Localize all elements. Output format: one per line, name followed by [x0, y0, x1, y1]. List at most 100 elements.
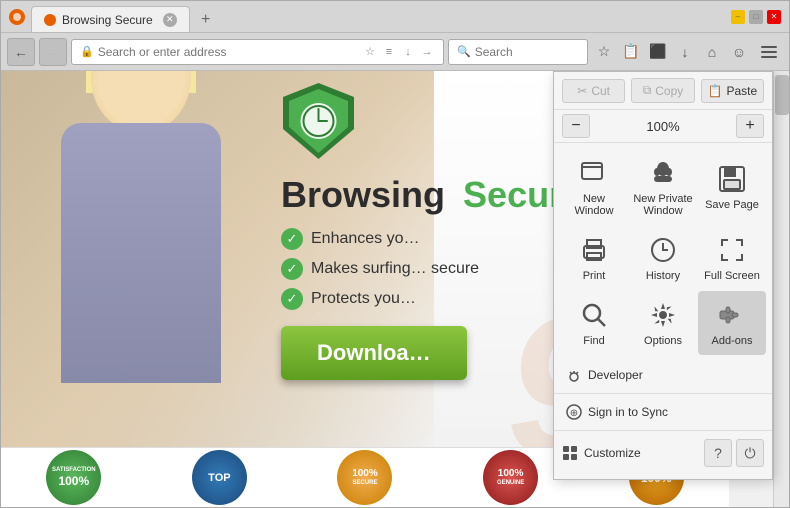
addons-menu-item[interactable]: Add-ons — [698, 291, 766, 355]
active-tab[interactable]: Browsing Secure ✕ — [31, 6, 190, 32]
cut-button[interactable]: ✂ Cut — [562, 79, 625, 103]
menu-line-2 — [761, 51, 777, 53]
customize-label: Customize — [584, 446, 641, 460]
vertical-scrollbar[interactable] — [773, 71, 789, 507]
new-private-icon — [647, 157, 679, 189]
print-menu-item[interactable]: Print — [560, 226, 628, 290]
hamburger-dropdown-menu: ✂ Cut ⧉ Copy 📋 Paste − 100% + — [553, 71, 773, 480]
browser-window: Browsing Secure ✕ + – □ ✕ ← → 🔒 ☆ ≡ ↓ → … — [0, 0, 790, 508]
full-screen-menu-item[interactable]: Full Screen — [698, 226, 766, 290]
zoom-value-display: 100% — [594, 119, 732, 134]
scrollbar-thumb[interactable] — [775, 75, 789, 115]
minimize-button[interactable]: – — [731, 10, 745, 24]
history-icon — [647, 234, 679, 266]
title-bar: Browsing Secure ✕ + – □ ✕ — [1, 1, 789, 33]
history-label: History — [646, 270, 680, 282]
developer-label: Developer — [588, 368, 643, 382]
back-button[interactable]: ← — [7, 38, 35, 66]
full-screen-icon — [716, 234, 748, 266]
zoom-out-button[interactable]: − — [562, 114, 590, 138]
person-torso — [61, 123, 221, 383]
menu-bottom-row: Customize ? ⏻ — [554, 435, 772, 471]
bookmark-star-icon[interactable]: ☆ — [592, 40, 616, 64]
new-private-label: New Private Window — [633, 193, 693, 217]
home-icon[interactable]: ⌂ — [700, 40, 724, 64]
browser-logo — [9, 9, 25, 25]
paste-label: Paste — [726, 84, 757, 98]
menu-line-3 — [761, 56, 777, 58]
forward-button[interactable]: → — [39, 38, 67, 66]
tab-area: Browsing Secure ✕ + — [31, 1, 731, 32]
download2-icon[interactable]: ↓ — [673, 40, 697, 64]
sign-in-label: Sign in to Sync — [588, 405, 668, 419]
check-icon-2: ✓ — [281, 258, 303, 280]
new-window-icon — [578, 157, 610, 189]
download-icon[interactable]: ↓ — [400, 44, 416, 60]
cut-icon: ✂ — [577, 84, 587, 98]
search-bar[interactable]: 🔍 — [448, 39, 588, 65]
face-icon[interactable]: ☺ — [727, 40, 751, 64]
badge-3: 100% SECURE — [337, 450, 392, 505]
new-tab-button[interactable]: + — [194, 8, 218, 32]
menu-icon-grid: New Window New Private Window — [554, 143, 772, 361]
addons-icon — [716, 299, 748, 331]
title-word1: Browsing — [281, 174, 445, 215]
new-window-label: New Window — [564, 193, 624, 217]
shield-logo-icon — [281, 81, 356, 161]
copy-icon: ⧉ — [643, 83, 652, 98]
save-page-menu-item[interactable]: Save Page — [698, 149, 766, 225]
check-icon-3: ✓ — [281, 288, 303, 310]
paste-button[interactable]: 📋 Paste — [701, 79, 764, 103]
save-page-label: Save Page — [705, 199, 759, 211]
find-menu-item[interactable]: Find — [560, 291, 628, 355]
customize-item[interactable]: Customize — [562, 441, 704, 465]
save-page-icon — [716, 163, 748, 195]
bookmark-icon[interactable]: ☆ — [362, 44, 378, 60]
address-bar[interactable]: 🔒 ☆ ≡ ↓ → — [71, 39, 444, 65]
hamburger-menu-button[interactable] — [755, 38, 783, 66]
copy-button[interactable]: ⧉ Copy — [631, 78, 694, 103]
badge-4: 100% GENUINE — [483, 450, 538, 505]
customize-icon — [562, 445, 578, 461]
sync-icon: ⊕ — [566, 404, 582, 420]
pocket-icon[interactable]: ⬛ — [646, 40, 670, 64]
tab-close-button[interactable]: ✕ — [163, 13, 177, 27]
check-icon-1: ✓ — [281, 228, 303, 250]
help-button[interactable]: ? — [704, 439, 732, 467]
developer-icon — [566, 367, 582, 383]
feature-text-3: Protects you… — [311, 290, 416, 308]
edit-row: ✂ Cut ⧉ Copy 📋 Paste — [554, 72, 772, 110]
calendar-icon[interactable]: 📋 — [619, 40, 643, 64]
history-menu-item[interactable]: History — [629, 226, 697, 290]
download-button[interactable]: Downloa… — [281, 326, 467, 380]
svg-text:⊕: ⊕ — [570, 408, 578, 419]
content-area: 97 — [1, 71, 789, 507]
print-icon — [578, 234, 610, 266]
arrow-right-icon[interactable]: → — [419, 44, 435, 60]
maximize-button[interactable]: □ — [749, 10, 763, 24]
sign-in-sync-item[interactable]: ⊕ Sign in to Sync — [554, 398, 772, 426]
power-button[interactable]: ⏻ — [736, 439, 764, 467]
new-private-window-menu-item[interactable]: New Private Window — [629, 149, 697, 225]
close-button[interactable]: ✕ — [767, 10, 781, 24]
paste-icon: 📋 — [708, 84, 723, 98]
tab-title: Browsing Secure — [62, 13, 153, 27]
developer-menu-item[interactable]: Developer — [554, 361, 772, 389]
new-window-menu-item[interactable]: New Window — [560, 149, 628, 225]
tab-favicon — [44, 14, 56, 26]
options-menu-item[interactable]: Options — [629, 291, 697, 355]
zoom-row: − 100% + — [554, 110, 772, 143]
toolbar-icons: ☆ 📋 ⬛ ↓ ⌂ ☺ — [592, 40, 751, 64]
badge-2: TOP — [192, 450, 247, 505]
feature-text-2: Makes surfing… secure — [311, 260, 479, 278]
reader-icon[interactable]: ≡ — [381, 44, 397, 60]
bottom-action-buttons: ? ⏻ — [704, 439, 764, 467]
menu-line-1 — [761, 46, 777, 48]
options-label: Options — [644, 335, 682, 347]
print-label: Print — [583, 270, 606, 282]
address-input[interactable] — [98, 45, 362, 59]
address-bar-icons: ☆ ≡ ↓ → — [362, 44, 435, 60]
zoom-in-button[interactable]: + — [736, 114, 764, 138]
menu-separator-2 — [554, 430, 772, 431]
full-screen-label: Full Screen — [704, 270, 760, 282]
